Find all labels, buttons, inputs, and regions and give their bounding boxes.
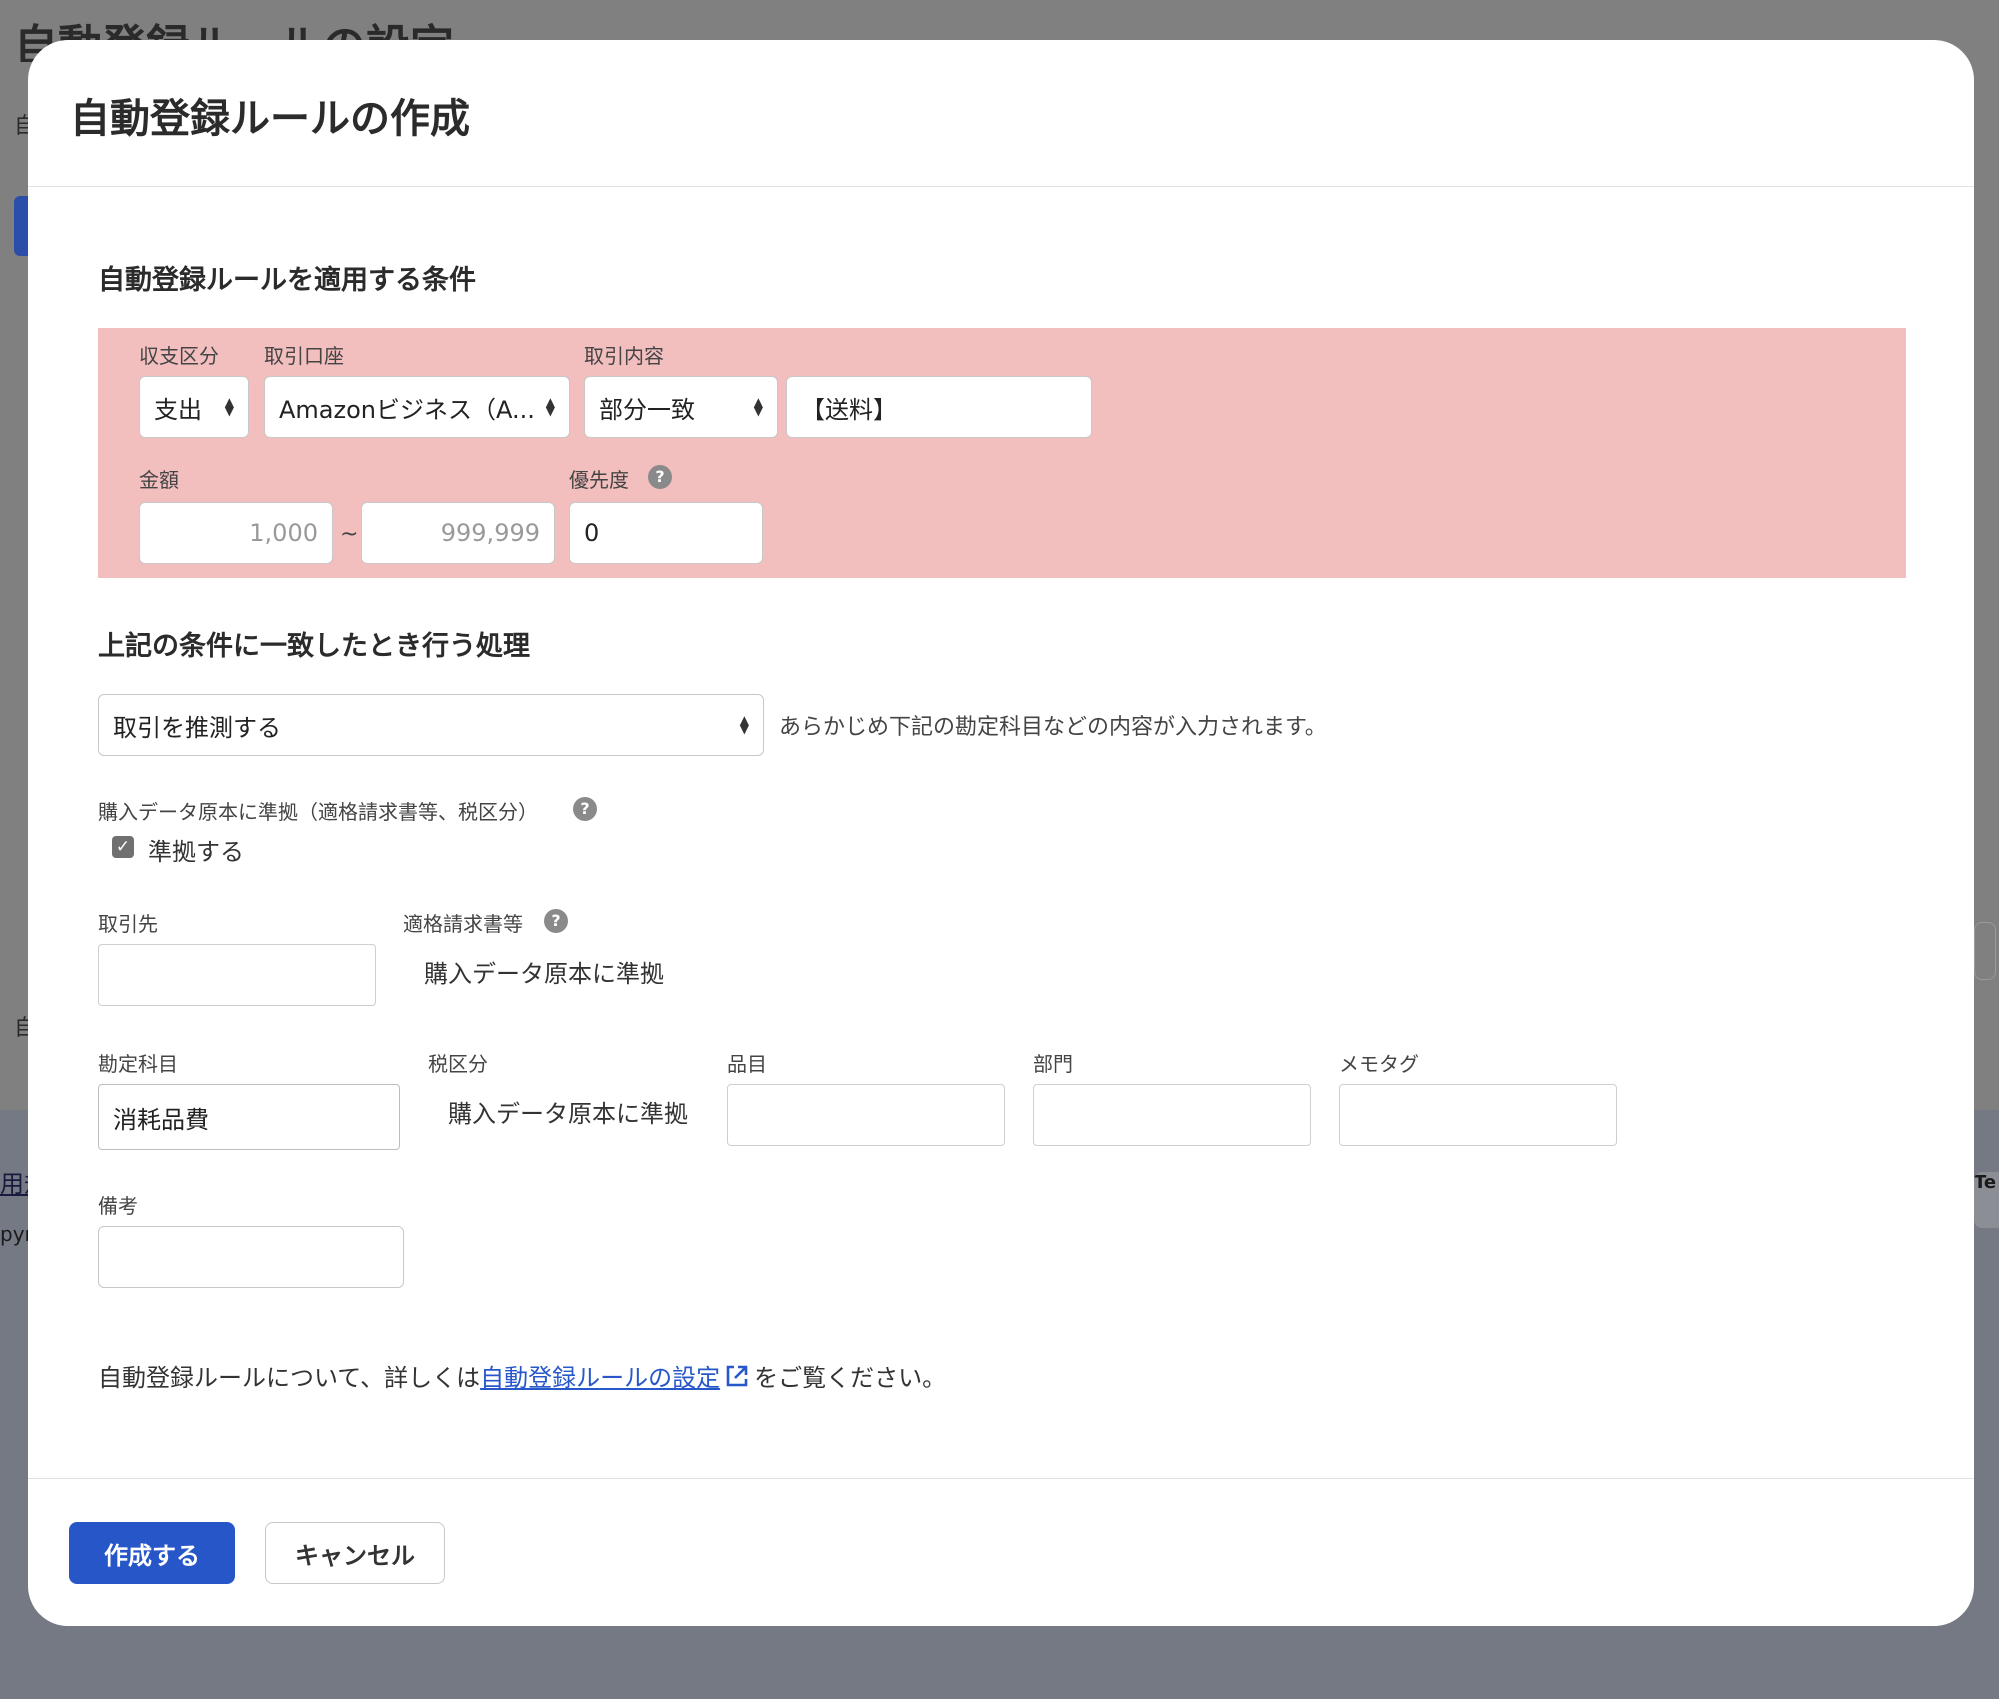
department-label: 部門 xyxy=(1033,1052,1073,1076)
memo-tag-label: メモタグ xyxy=(1339,1052,1419,1076)
create-rule-modal: 自動登録ルールの作成 自動登録ルールを適用する条件 収支区分 取引口座 取引内容… xyxy=(28,40,1974,1626)
background-badge: Te xyxy=(1974,1172,1999,1228)
cancel-button[interactable]: キャンセル xyxy=(265,1522,445,1584)
priority-input[interactable]: 0 xyxy=(569,502,763,564)
content-match-value: 部分一致 xyxy=(599,395,695,424)
content-match-select[interactable]: 部分一致 ▲ ▼ xyxy=(584,376,778,438)
tax-value: 購入データ原本に準拠 xyxy=(448,1100,688,1128)
content-label: 取引内容 xyxy=(584,344,664,368)
priority-label: 優先度 xyxy=(569,468,629,492)
tax-label: 税区分 xyxy=(428,1052,488,1076)
amount-label: 金額 xyxy=(139,468,179,492)
action-note: あらかじめ下記の勘定科目などの内容が入力されます。 xyxy=(779,715,1327,740)
modal-header: 自動登録ルールの作成 xyxy=(28,40,1974,187)
conditions-section-title: 自動登録ルールを適用する条件 xyxy=(98,265,476,296)
income-expense-label: 収支区分 xyxy=(139,344,219,368)
account-select[interactable]: Amazonビジネス（A... ▲ ▼ xyxy=(264,376,570,438)
item-label: 品目 xyxy=(727,1052,767,1076)
rule-info-text: 自動登録ルールについて、詳しくは 自動登録ルールの設定 をご覧ください。 xyxy=(98,1358,946,1393)
invoice-label: 適格請求書等 xyxy=(403,912,523,936)
modal-title: 自動登録ルールの作成 xyxy=(70,96,470,142)
account-label: 取引口座 xyxy=(264,344,344,368)
invoice-value: 購入データ原本に準拠 xyxy=(424,960,664,988)
rule-settings-link[interactable]: 自動登録ルールの設定 xyxy=(480,1358,720,1393)
amount-max-input[interactable]: 999,999 xyxy=(361,502,555,564)
amount-separator: ~ xyxy=(340,522,359,547)
remarks-label: 備考 xyxy=(98,1194,138,1218)
account-item-label: 勘定科目 xyxy=(98,1052,178,1076)
partner-label: 取引先 xyxy=(98,912,158,936)
income-expense-select[interactable]: 支出 ▲ ▼ xyxy=(139,376,249,438)
account-value: Amazonビジネス（A... xyxy=(279,395,535,424)
income-expense-value: 支出 xyxy=(154,395,202,424)
priority-help-icon[interactable]: ? xyxy=(648,465,672,489)
remarks-input[interactable] xyxy=(98,1226,404,1288)
background-field xyxy=(1974,922,1996,980)
create-button[interactable]: 作成する xyxy=(69,1522,235,1584)
partner-input[interactable] xyxy=(98,944,376,1006)
select-arrows-icon: ▲ ▼ xyxy=(753,395,763,418)
compliance-checkbox-label[interactable]: 準拠する xyxy=(148,832,244,867)
amount-min-input[interactable]: 1,000 xyxy=(139,502,333,564)
action-select-value: 取引を推測する xyxy=(113,713,281,742)
action-section-title: 上記の条件に一致したとき行う処理 xyxy=(98,631,530,662)
select-arrows-icon: ▲ ▼ xyxy=(545,395,555,418)
info-suffix: をご覧ください。 xyxy=(754,1364,947,1392)
action-select[interactable]: 取引を推測する ▲ ▼ xyxy=(98,694,764,756)
content-text-input[interactable]: 【送料】 xyxy=(786,376,1092,438)
select-arrows-icon: ▲ ▼ xyxy=(739,713,749,736)
external-link-icon[interactable] xyxy=(722,1361,752,1391)
item-input[interactable] xyxy=(727,1084,1005,1146)
checkbox-checked-icon[interactable]: ✓ xyxy=(112,836,134,858)
account-item-input[interactable]: 消耗品費 xyxy=(98,1084,400,1150)
invoice-help-icon[interactable]: ? xyxy=(544,909,568,933)
department-input[interactable] xyxy=(1033,1084,1311,1146)
memo-tag-input[interactable] xyxy=(1339,1084,1617,1146)
info-prefix: 自動登録ルールについて、詳しくは xyxy=(98,1364,481,1392)
compliance-help-icon[interactable]: ? xyxy=(573,797,597,821)
compliance-label: 購入データ原本に準拠（適格請求書等、税区分） xyxy=(98,800,538,824)
select-arrows-icon: ▲ ▼ xyxy=(224,395,234,418)
